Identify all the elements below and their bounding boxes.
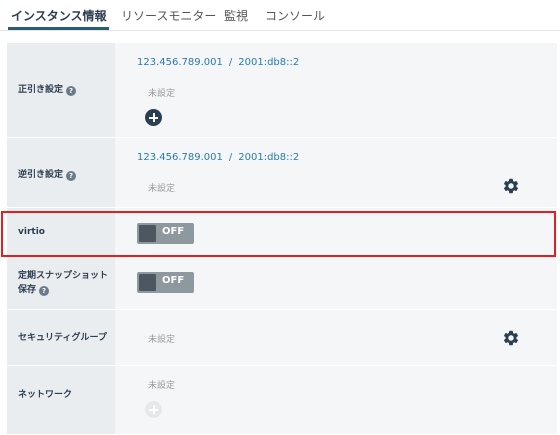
reverse-dns-status: 未設定 [148, 184, 176, 194]
security-group-label: セキュリティグループ [18, 333, 107, 343]
row-forward-dns: 正引き設定? 123.456.789.001/2001:db8::2 未設定 [7, 43, 557, 138]
snapshot-toggle[interactable]: OFF [137, 272, 194, 293]
row-security-group: セキュリティグループ 未設定 [7, 310, 557, 366]
add-network-button[interactable] [145, 401, 162, 418]
security-group-status: 未設定 [148, 335, 176, 345]
forward-dns-status: 未設定 [148, 89, 176, 99]
row-network: ネットワーク 未設定 [7, 366, 557, 435]
row-periodic-snapshot: 定期スナップショット 保存? OFF [7, 257, 557, 310]
network-label: ネットワーク [18, 390, 73, 400]
tab-resource-monitor[interactable]: リソースモニター [121, 7, 216, 24]
reverse-dns-label: 逆引き設定? [18, 168, 77, 182]
toggle-state: OFF [162, 226, 185, 237]
network-status: 未設定 [148, 381, 176, 391]
virtio-toggle[interactable]: OFF [137, 223, 194, 244]
toggle-state: OFF [162, 275, 185, 286]
gear-icon[interactable] [502, 329, 520, 347]
forward-dns-label: 正引き設定? [18, 83, 77, 97]
gear-icon[interactable] [502, 177, 520, 195]
add-forward-dns-button[interactable] [145, 109, 162, 126]
tab-divider [0, 30, 560, 31]
help-icon[interactable]: ? [66, 171, 77, 181]
ipv6-link[interactable]: 2001:db8::2 [238, 57, 299, 68]
tab-instance-info[interactable]: インスタンス情報 [11, 7, 107, 24]
row-reverse-dns: 逆引き設定? 123.456.789.001/2001:db8::2 未設定 [7, 138, 557, 208]
reverse-dns-addresses: 123.456.789.001/2001:db8::2 [137, 152, 300, 163]
tab-bar: インスタンス情報 リソースモニター 監視 コンソール [0, 0, 560, 33]
toggle-knob [139, 274, 156, 291]
tab-console[interactable]: コンソール [265, 7, 325, 24]
virtio-label: virtio [18, 227, 45, 237]
toggle-knob [139, 225, 156, 242]
tab-monitoring[interactable]: 監視 [224, 7, 248, 24]
forward-dns-addresses: 123.456.789.001/2001:db8::2 [137, 57, 300, 68]
snapshot-label: 定期スナップショット 保存? [18, 271, 109, 296]
row-virtio: virtio OFF [7, 208, 557, 257]
ipv4-link[interactable]: 123.456.789.001 [137, 57, 223, 68]
ipv4-link[interactable]: 123.456.789.001 [137, 152, 223, 163]
help-icon[interactable]: ? [39, 286, 50, 296]
ipv6-link[interactable]: 2001:db8::2 [238, 152, 299, 163]
help-icon[interactable]: ? [66, 86, 77, 96]
